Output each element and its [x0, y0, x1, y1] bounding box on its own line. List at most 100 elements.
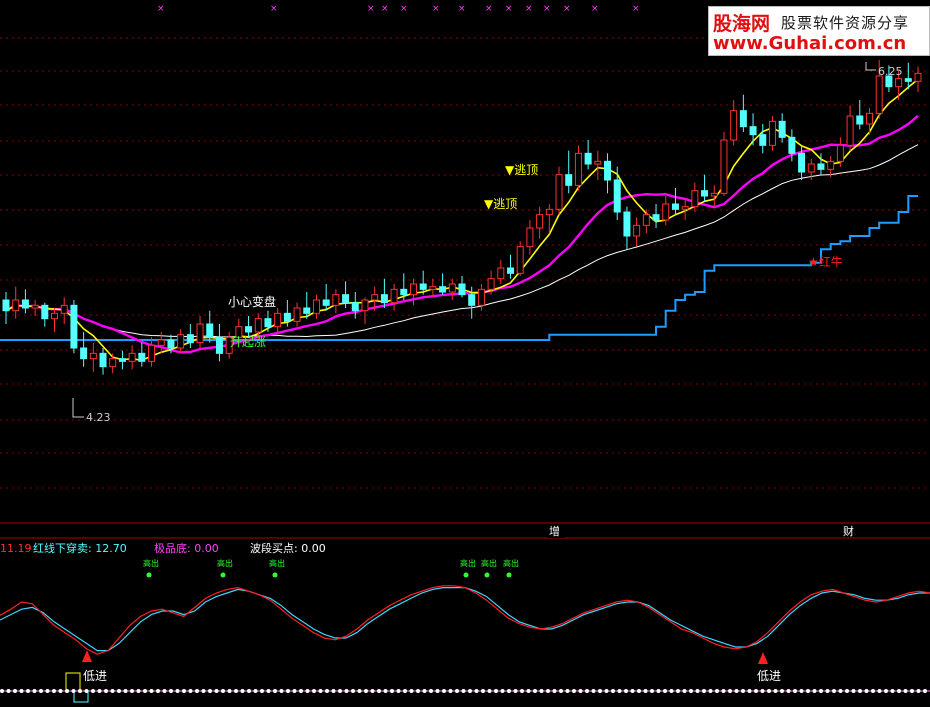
candle-body [613, 179, 621, 213]
candle-body [487, 278, 495, 290]
bottom-dot [832, 689, 836, 693]
bottom-dot [292, 689, 297, 693]
candle-body [817, 163, 825, 170]
low-price-label: 4.23 [86, 411, 111, 424]
candle-body [429, 286, 437, 290]
bottom-dot [169, 689, 173, 693]
candle-body [565, 174, 573, 186]
bottom-dot [494, 689, 498, 693]
bottom-dot [552, 689, 557, 693]
bottom-dot [663, 689, 667, 693]
candle-body [177, 334, 185, 349]
bottom-dot [26, 689, 30, 693]
bottom-dot [487, 689, 492, 693]
candle-body [409, 283, 417, 296]
high-out-mark-1: 高出 [143, 558, 159, 568]
start-rise-label: 升起涨 [230, 334, 266, 349]
bottom-dot [331, 689, 336, 693]
candle-body [681, 206, 689, 210]
bottom-dot [637, 689, 641, 693]
candle-body [623, 211, 631, 237]
high-out-dot-1 [146, 572, 152, 578]
bottom-dot [786, 689, 791, 693]
bottom-dot [825, 689, 830, 693]
candle-body [739, 110, 747, 128]
bottom-dot [650, 689, 654, 693]
bottom-dot [305, 689, 310, 693]
bottom-dot [897, 689, 901, 693]
wave-buy-value: 波段买点: 0.00 [250, 541, 326, 555]
bottom-dot [357, 689, 362, 693]
candle-body [691, 190, 699, 208]
bottom-dot [195, 689, 199, 693]
bottom-dot [455, 689, 459, 693]
bottom-dot [201, 689, 206, 693]
candle-body [749, 126, 757, 136]
bottom-dot [97, 689, 102, 693]
candle-body [390, 288, 398, 304]
candle-body [245, 326, 253, 333]
bottom-dot [110, 689, 115, 693]
candle-body [332, 294, 340, 306]
bottom-dot [65, 689, 69, 693]
bottom-dot [149, 689, 154, 693]
high-out-dot-5 [484, 572, 490, 578]
candle-body [526, 227, 534, 248]
candle-body [846, 115, 854, 146]
top-x-marker: × [400, 4, 408, 14]
candle-body [12, 299, 20, 312]
bottom-dot [136, 689, 141, 693]
candle-body [439, 286, 447, 293]
candle-body [642, 214, 650, 226]
bottom-dot [247, 689, 251, 693]
stock-chart[interactable]: × × × × × × × × × × × × × × ▼逃顶 ▼逃顶 小心变盘 升起涨 ★红牛 6.25… [0, 0, 930, 707]
candle-body [594, 160, 602, 165]
bottom-dot [188, 689, 193, 693]
candle-body [80, 347, 88, 360]
bottom-dot [364, 689, 368, 693]
candle-body [351, 302, 359, 312]
high-out-mark-5: 高出 [481, 558, 497, 568]
red-cross-sell-value: 红线下穿卖: 12.70 [33, 541, 127, 555]
date-marker-1: 增 [549, 524, 560, 538]
candle-body [827, 160, 835, 170]
bottom-dot [747, 689, 752, 693]
watermark-url: www.Guhai.com.cn [713, 33, 907, 54]
candle-body [865, 112, 873, 125]
bottom-dot [312, 689, 316, 693]
bottom-dot [286, 689, 290, 693]
bottom-dot [812, 689, 817, 693]
bottom-dot [656, 689, 661, 693]
candle-body [371, 294, 379, 301]
candle-body [60, 304, 68, 314]
low-entry-label-1: 低进 [83, 669, 107, 683]
bottom-dot [721, 689, 726, 693]
extreme-bottom-value: 极品底: 0.00 [154, 541, 219, 555]
bottom-dot [71, 689, 76, 693]
candle-body [468, 294, 476, 306]
candle-body [2, 299, 10, 312]
bottom-dot [442, 689, 446, 693]
watermark-slogan: 股票软件资源分享 [781, 14, 910, 32]
candle-body [516, 246, 524, 274]
date-marker-2: 财 [843, 524, 854, 538]
bottom-dot [234, 689, 238, 693]
bottom-dot [578, 689, 583, 693]
bottom-dot [117, 689, 121, 693]
bottom-dot [409, 689, 414, 693]
candle-body [545, 208, 553, 216]
bottom-dot [695, 689, 700, 693]
high-out-dot-6 [506, 572, 512, 578]
bottom-dot [513, 689, 518, 693]
candle-body [895, 78, 903, 88]
bottom-dot [370, 689, 375, 693]
top-x-marker: × [458, 4, 466, 14]
top-x-marker: × [632, 4, 640, 14]
bottom-dot [182, 689, 186, 693]
high-out-dot-2 [220, 572, 226, 578]
candle-body [167, 339, 175, 349]
watermark-brand: 股海网 [713, 13, 771, 35]
candle-body [41, 304, 49, 320]
bottom-dot [630, 689, 635, 693]
bottom-dot [390, 689, 394, 693]
